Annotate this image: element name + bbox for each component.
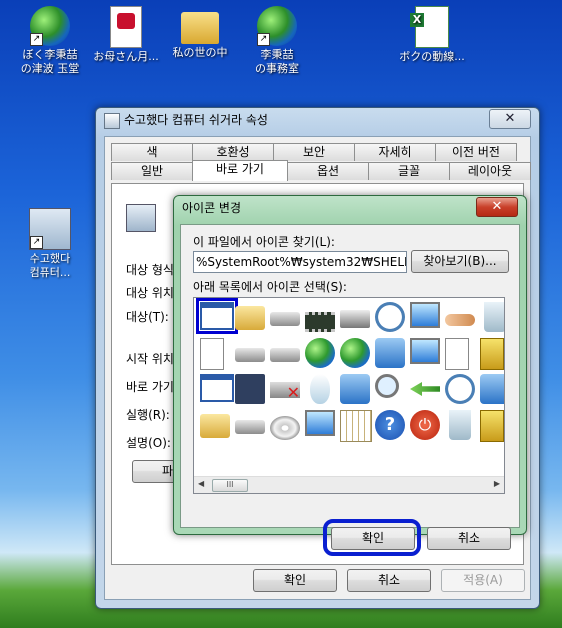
excel-icon <box>410 6 449 48</box>
target-label: 대상(T): <box>126 310 169 324</box>
window-icon <box>104 113 120 129</box>
horizontal-scrollbar[interactable]: ◀ III ▶ <box>194 476 504 493</box>
app-icon: ↗ <box>29 208 71 250</box>
mouse-icon[interactable] <box>310 374 330 404</box>
folder-icon[interactable] <box>235 306 265 330</box>
find-icon-label: 이 파일에서 아이콘 찾기(L): <box>193 235 335 249</box>
dialog-title-bar: 아이콘 변경 ✕ <box>174 196 526 220</box>
desktop-icon-label: 수고했다 컴퓨터... <box>29 252 71 279</box>
ok-highlight-ring <box>323 519 421 556</box>
title-bar: 수고했다 컴퓨터 쉬거라 속성 ✕ <box>96 108 539 132</box>
window-title: 수고했다 컴퓨터 쉬거라 속성 <box>124 113 268 127</box>
tab-font[interactable]: 글꼴 <box>368 162 450 180</box>
desktop-icon-label: ぼく李秉喆 の津波 玉堂 <box>20 48 80 75</box>
tab-details[interactable]: 자세히 <box>354 143 436 161</box>
dialog-cancel-button[interactable]: 취소 <box>427 527 511 550</box>
desktop-icon-label: お母さん月... <box>93 50 159 63</box>
tab-shortcut[interactable]: 바로 가기 <box>192 160 288 181</box>
window-icon[interactable] <box>200 374 234 402</box>
green-arrow-icon[interactable] <box>410 382 440 396</box>
hand-share-icon[interactable] <box>445 314 475 326</box>
icon-path-field[interactable]: %SystemRoot%₩system32₩SHELL32 <box>193 251 407 273</box>
tab-row-top: 색 호환성 보안 자세히 이전 버전 <box>111 143 517 161</box>
tab-compat[interactable]: 호환성 <box>192 143 274 161</box>
tab-general[interactable]: 일반 <box>111 162 193 180</box>
desktop-icon-5[interactable]: ボクの動線... <box>392 6 472 64</box>
power-icon[interactable]: ⏻ <box>410 410 440 440</box>
desktop-icon-4[interactable]: ↗ 李秉喆 の事務室 <box>237 6 317 76</box>
recycle-full-icon[interactable] <box>449 410 471 440</box>
calendar-icon[interactable] <box>340 410 372 442</box>
delete-drive-icon[interactable] <box>270 382 300 402</box>
ok-button[interactable]: 확인 <box>253 569 337 592</box>
folder-icon[interactable] <box>200 414 230 438</box>
page-icon[interactable] <box>200 338 224 370</box>
tab-row-bottom: 일반 바로 가기 옵션 글꼴 레이아웃 <box>111 160 531 181</box>
recycle-bin-icon[interactable] <box>484 302 504 332</box>
run-label: 실행(R): <box>126 408 170 422</box>
globe-icon: ↗ <box>30 6 70 46</box>
tab-security[interactable]: 보안 <box>273 143 355 161</box>
document-icon <box>110 6 142 48</box>
dialog-title: 아이콘 변경 <box>182 201 242 215</box>
drive-icon[interactable] <box>270 312 300 326</box>
browse-button[interactable]: 찾아보기(B)... <box>411 250 509 273</box>
tab-layout[interactable]: 레이아웃 <box>449 162 531 180</box>
scroll-right-icon[interactable]: ▶ <box>494 479 500 488</box>
tab-prev-versions[interactable]: 이전 버전 <box>435 143 517 161</box>
start-in-label: 시작 위치 <box>126 352 174 366</box>
change-icon-dialog: 아이콘 변경 ✕ 이 파일에서 아이콘 찾기(L): %SystemRoot%₩… <box>173 195 527 556</box>
server-drive-icon[interactable] <box>270 348 300 362</box>
scroll-thumb[interactable]: III <box>212 479 248 492</box>
network-globe-icon[interactable] <box>340 338 370 368</box>
icon-list[interactable]: ?⏻ ◀ III ▶ <box>193 297 505 494</box>
scroll-left-icon[interactable]: ◀ <box>198 479 204 488</box>
help-icon[interactable]: ? <box>375 410 405 440</box>
blue-window-icon[interactable] <box>480 374 504 404</box>
folder-icon <box>181 12 219 44</box>
desktop-icon-label: 私の世の中 <box>172 46 228 59</box>
console-icon[interactable] <box>196 298 238 334</box>
globe-icon[interactable] <box>305 338 335 368</box>
icon-grid: ?⏻ <box>196 298 504 446</box>
cut-icon[interactable] <box>480 410 504 442</box>
tab-options[interactable]: 옵션 <box>287 162 369 180</box>
apply-button[interactable]: 적용(A) <box>441 569 525 592</box>
clock-small-icon[interactable] <box>445 374 475 404</box>
close-button[interactable]: ✕ <box>489 109 531 129</box>
shortcut-arrow-icon[interactable] <box>445 338 469 370</box>
memory-chip-icon[interactable] <box>305 312 335 332</box>
tab-color[interactable]: 색 <box>111 143 193 161</box>
floppy-icon[interactable] <box>235 374 265 404</box>
desktop-icon-label: 李秉喆 の事務室 <box>255 48 299 75</box>
drive-icon[interactable] <box>235 420 265 434</box>
desktop-icon-1[interactable]: ↗ ぼく李秉喆 の津波 玉堂 <box>10 6 90 76</box>
target-location-label: 대상 위치 <box>126 286 174 300</box>
desktop-icon-label: ボクの動線... <box>399 50 465 63</box>
cancel-button[interactable]: 취소 <box>347 569 431 592</box>
dialog-client: 이 파일에서 아이콘 찾기(L): %SystemRoot%₩system32₩… <box>180 224 520 556</box>
shortcut-app-icon <box>126 204 156 232</box>
magnifier-icon[interactable] <box>375 374 399 398</box>
desktop-icon-6[interactable]: ↗ 수고했다 컴퓨터... <box>10 208 90 280</box>
network-drive-icon[interactable] <box>235 348 265 362</box>
control-panel-icon[interactable] <box>375 338 405 368</box>
shortcut-key-label: 바로 가기 <box>126 380 174 394</box>
desktop-icon-3[interactable]: 私の世の中 <box>160 6 240 60</box>
select-icon-label: 아래 목록에서 아이콘 선택(S): <box>193 280 347 294</box>
network-icon[interactable] <box>340 374 370 404</box>
target-type-label: 대상 형식 <box>126 263 174 277</box>
clock-icon[interactable] <box>375 302 405 332</box>
monitor-icon[interactable] <box>410 338 440 364</box>
cd-drive-icon[interactable] <box>270 416 300 440</box>
sticky-icon[interactable] <box>480 338 504 370</box>
printer-icon[interactable] <box>340 310 370 328</box>
globe-icon: ↗ <box>257 6 297 46</box>
monitor-icon[interactable] <box>410 302 440 328</box>
network-monitor-icon[interactable] <box>305 410 335 436</box>
desktop-icon-2[interactable]: お母さん月... <box>86 6 166 64</box>
dialog-close-button[interactable]: ✕ <box>476 197 518 217</box>
comment-label: 설명(O): <box>126 436 171 450</box>
